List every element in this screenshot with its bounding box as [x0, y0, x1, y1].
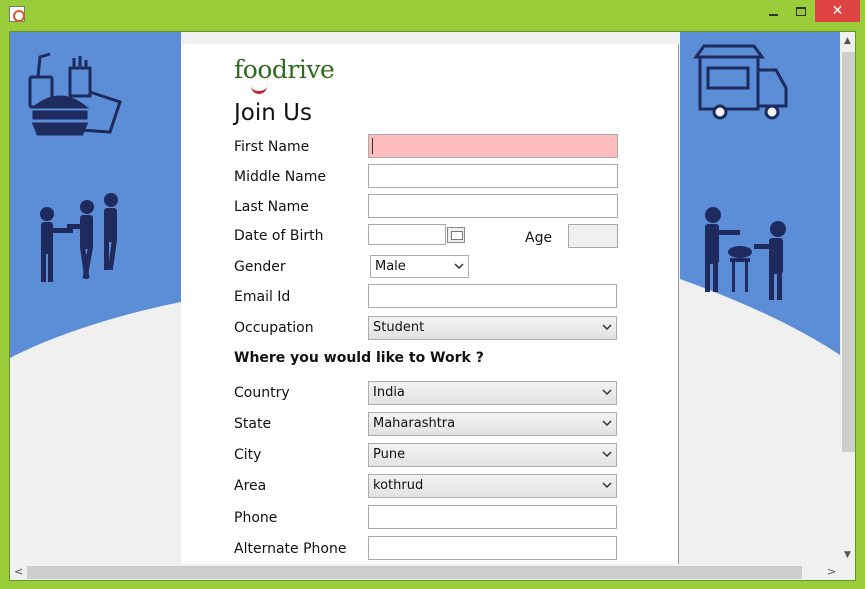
vertical-scroll-thumb[interactable] — [842, 52, 855, 452]
area-label: Area — [234, 478, 267, 494]
minimize-icon — [768, 14, 778, 16]
java-cup-icon[interactable] — [9, 6, 25, 22]
page-title: Join Us — [234, 100, 312, 126]
vertical-scrollbar[interactable]: ▲ ▼ — [840, 32, 855, 564]
phone-label: Phone — [234, 510, 278, 526]
horizontal-scrollbar[interactable]: < > — [10, 564, 840, 580]
email-input[interactable] — [368, 284, 617, 308]
city-label: City — [234, 447, 262, 463]
scroll-down-icon[interactable]: ▼ — [844, 550, 851, 560]
work-section-heading: Where you would like to Work ? — [234, 350, 484, 366]
area-select[interactable]: kothrud — [368, 474, 617, 498]
email-label: Email Id — [234, 289, 291, 305]
state-select[interactable]: Maharashtra — [368, 412, 617, 436]
content-frame: foodrive Join Us First Name Middle Name … — [9, 31, 856, 581]
chevron-down-icon — [602, 324, 612, 331]
age-label: Age — [525, 230, 553, 246]
scroll-left-icon[interactable]: < — [14, 565, 23, 578]
calendar-icon[interactable] — [447, 227, 465, 243]
alt-phone-input[interactable] — [368, 536, 617, 560]
chevron-down-icon — [602, 482, 612, 489]
first-name-label: First Name — [234, 139, 310, 155]
middle-name-label: Middle Name — [234, 169, 326, 185]
phone-input[interactable] — [368, 505, 617, 529]
scroll-right-icon[interactable]: > — [827, 565, 836, 578]
registration-form: foodrive Join Us First Name Middle Name … — [181, 44, 679, 564]
chevron-down-icon — [602, 420, 612, 427]
maximize-icon — [796, 6, 806, 16]
first-name-input[interactable] — [368, 134, 618, 158]
last-name-label: Last Name — [234, 199, 309, 215]
logo-smile-mark — [251, 86, 267, 94]
state-label: State — [234, 416, 272, 432]
minimize-button[interactable] — [759, 0, 787, 22]
last-name-input[interactable] — [368, 194, 618, 218]
occupation-select[interactable]: Student — [368, 316, 617, 340]
gender-select[interactable]: Male — [370, 255, 469, 278]
country-select[interactable]: India — [368, 381, 617, 405]
dob-label: Date of Birth — [234, 228, 324, 244]
chevron-down-icon — [454, 263, 464, 270]
middle-name-input[interactable] — [368, 164, 618, 188]
horizontal-scroll-thumb[interactable] — [27, 566, 802, 579]
alt-phone-label: Alternate Phone — [234, 541, 347, 557]
chevron-down-icon — [602, 389, 612, 396]
city-select[interactable]: Pune — [368, 443, 617, 467]
close-button[interactable]: ✕ — [815, 0, 860, 22]
chevron-down-icon — [602, 451, 612, 458]
scroll-up-icon[interactable]: ▲ — [844, 36, 851, 46]
gender-label: Gender — [234, 259, 286, 275]
country-label: Country — [234, 385, 290, 401]
occupation-label: Occupation — [234, 320, 314, 336]
maximize-button[interactable] — [787, 0, 815, 22]
title-bar: ✕ — [0, 0, 865, 30]
foodrive-logo: foodrive — [234, 55, 335, 84]
dob-input[interactable] — [368, 224, 446, 245]
left-banner — [10, 32, 181, 358]
age-field — [568, 224, 618, 248]
scrollbar-corner — [840, 564, 855, 580]
right-banner — [680, 32, 840, 355]
close-icon: ✕ — [831, 3, 844, 19]
